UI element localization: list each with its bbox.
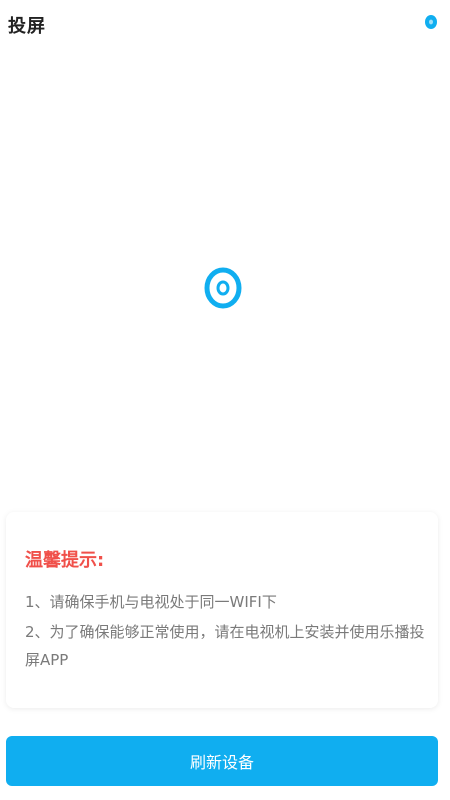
refresh-devices-button[interactable]: 刷新设备 (6, 736, 438, 786)
tips-line-1: 1、请确保手机与电视处于同一WIFI下 (25, 593, 277, 611)
device-indicator-icon[interactable] (424, 14, 438, 30)
page-title: 投屏 (8, 16, 46, 37)
tips-line-2: 2、为了确保能够正常使用，请在电视机上安装并使用乐播投屏APP (25, 623, 425, 669)
header: 投屏 (0, 0, 450, 48)
cast-screen: 投屏 温馨提示: 1、请确保手机与电视处于同一WIFI下 2、为了确保能够正常使… (0, 0, 450, 800)
tips-title: 温馨提示: (25, 550, 105, 571)
tips-card: 温馨提示: 1、请确保手机与电视处于同一WIFI下 2、为了确保能够正常使用，请… (6, 512, 438, 708)
cast-target-icon (203, 266, 243, 310)
